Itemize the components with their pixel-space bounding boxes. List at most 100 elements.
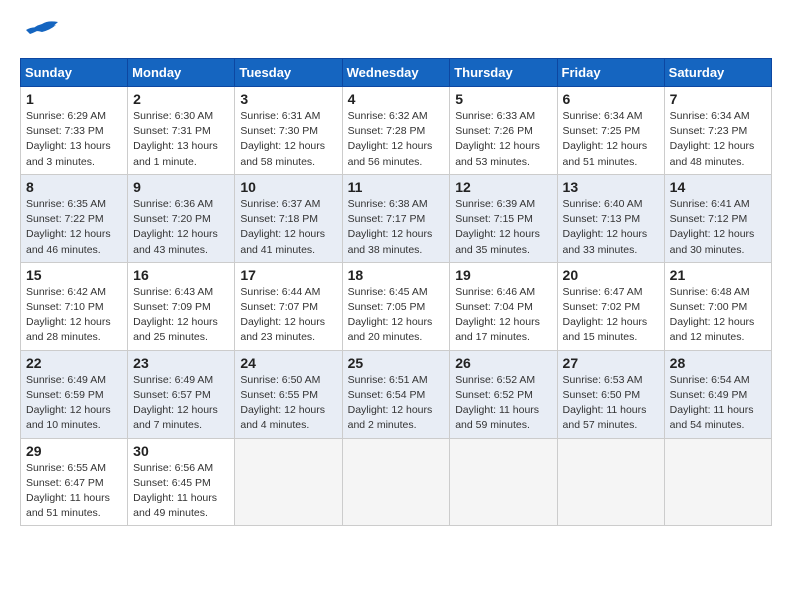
day-info: Sunrise: 6:50 AM Sunset: 6:55 PM Dayligh…: [240, 373, 336, 434]
calendar-cell: 8 Sunrise: 6:35 AM Sunset: 7:22 PM Daylig…: [21, 174, 128, 262]
day-number: 10: [240, 179, 336, 195]
day-info: Sunrise: 6:51 AM Sunset: 6:54 PM Dayligh…: [348, 373, 445, 434]
day-info: Sunrise: 6:37 AM Sunset: 7:18 PM Dayligh…: [240, 197, 336, 258]
day-info: Sunrise: 6:35 AM Sunset: 7:22 PM Dayligh…: [26, 197, 122, 258]
calendar-week-row: 8 Sunrise: 6:35 AM Sunset: 7:22 PM Daylig…: [21, 174, 772, 262]
calendar-cell: 6 Sunrise: 6:34 AM Sunset: 7:25 PM Daylig…: [557, 87, 664, 175]
day-number: 28: [670, 355, 766, 371]
day-number: 15: [26, 267, 122, 283]
day-info: Sunrise: 6:44 AM Sunset: 7:07 PM Dayligh…: [240, 285, 336, 346]
calendar-header-thursday: Thursday: [450, 59, 557, 87]
day-number: 19: [455, 267, 551, 283]
calendar-cell: 14 Sunrise: 6:41 AM Sunset: 7:12 PM Dayli…: [664, 174, 771, 262]
calendar-cell: 11 Sunrise: 6:38 AM Sunset: 7:17 PM Dayli…: [342, 174, 450, 262]
calendar-header-row: SundayMondayTuesdayWednesdayThursdayFrid…: [21, 59, 772, 87]
calendar-header-friday: Friday: [557, 59, 664, 87]
calendar-cell: 24Sunrise: 6:50 AM Sunset: 6:55 PM Dayli…: [235, 350, 342, 438]
day-info: Sunrise: 6:49 AM Sunset: 6:59 PM Dayligh…: [26, 373, 122, 434]
day-info: Sunrise: 6:54 AM Sunset: 6:49 PM Dayligh…: [670, 373, 766, 434]
calendar-cell: 20Sunrise: 6:47 AM Sunset: 7:02 PM Dayli…: [557, 262, 664, 350]
calendar-cell: 18 Sunrise: 6:45 AM Sunset: 7:05 PM Dayli…: [342, 262, 450, 350]
day-info: Sunrise: 6:29 AM Sunset: 7:33 PM Dayligh…: [26, 109, 122, 170]
day-number: 26: [455, 355, 551, 371]
calendar-cell: 27Sunrise: 6:53 AM Sunset: 6:50 PM Dayli…: [557, 350, 664, 438]
day-number: 9: [133, 179, 229, 195]
logo: [20, 20, 60, 48]
day-number: 6: [563, 91, 659, 107]
calendar-header-saturday: Saturday: [664, 59, 771, 87]
day-info: Sunrise: 6:53 AM Sunset: 6:50 PM Dayligh…: [563, 373, 659, 434]
calendar-table: SundayMondayTuesdayWednesdayThursdayFrid…: [20, 58, 772, 526]
day-info: Sunrise: 6:36 AM Sunset: 7:20 PM Dayligh…: [133, 197, 229, 258]
logo-bird-icon: [24, 20, 60, 48]
day-number: 13: [563, 179, 659, 195]
calendar-cell: 19 Sunrise: 6:46 AM Sunset: 7:04 PM Dayli…: [450, 262, 557, 350]
day-info: Sunrise: 6:47 AM Sunset: 7:02 PM Dayligh…: [563, 285, 659, 346]
day-info: Sunrise: 6:30 AM Sunset: 7:31 PM Dayligh…: [133, 109, 229, 170]
day-number: 29: [26, 443, 122, 459]
calendar-cell: 4 Sunrise: 6:32 AM Sunset: 7:28 PM Daylig…: [342, 87, 450, 175]
day-info: Sunrise: 6:46 AM Sunset: 7:04 PM Dayligh…: [455, 285, 551, 346]
day-info: Sunrise: 6:34 AM Sunset: 7:25 PM Dayligh…: [563, 109, 659, 170]
day-info: Sunrise: 6:33 AM Sunset: 7:26 PM Dayligh…: [455, 109, 551, 170]
calendar-cell: [557, 438, 664, 526]
calendar-cell: 16Sunrise: 6:43 AM Sunset: 7:09 PM Dayli…: [128, 262, 235, 350]
calendar-cell: 28 Sunrise: 6:54 AM Sunset: 6:49 PM Dayli…: [664, 350, 771, 438]
day-info: Sunrise: 6:31 AM Sunset: 7:30 PM Dayligh…: [240, 109, 336, 170]
day-number: 25: [348, 355, 445, 371]
day-number: 1: [26, 91, 122, 107]
day-number: 11: [348, 179, 445, 195]
calendar-cell: 13Sunrise: 6:40 AM Sunset: 7:13 PM Dayli…: [557, 174, 664, 262]
day-number: 14: [670, 179, 766, 195]
calendar-week-row: 1 Sunrise: 6:29 AM Sunset: 7:33 PM Daylig…: [21, 87, 772, 175]
day-info: Sunrise: 6:55 AM Sunset: 6:47 PM Dayligh…: [26, 461, 122, 522]
day-number: 2: [133, 91, 229, 107]
page-header: [20, 20, 772, 48]
calendar-cell: 15 Sunrise: 6:42 AM Sunset: 7:10 PM Dayli…: [21, 262, 128, 350]
calendar-cell: 9 Sunrise: 6:36 AM Sunset: 7:20 PM Daylig…: [128, 174, 235, 262]
calendar-cell: [664, 438, 771, 526]
day-number: 5: [455, 91, 551, 107]
calendar-cell: 30Sunrise: 6:56 AM Sunset: 6:45 PM Dayli…: [128, 438, 235, 526]
day-info: Sunrise: 6:43 AM Sunset: 7:09 PM Dayligh…: [133, 285, 229, 346]
calendar-header-wednesday: Wednesday: [342, 59, 450, 87]
day-number: 17: [240, 267, 336, 283]
calendar-cell: 21 Sunrise: 6:48 AM Sunset: 7:00 PM Dayli…: [664, 262, 771, 350]
calendar-week-row: 15 Sunrise: 6:42 AM Sunset: 7:10 PM Dayli…: [21, 262, 772, 350]
calendar-cell: [235, 438, 342, 526]
day-info: Sunrise: 6:49 AM Sunset: 6:57 PM Dayligh…: [133, 373, 229, 434]
calendar-header-sunday: Sunday: [21, 59, 128, 87]
day-number: 8: [26, 179, 122, 195]
day-info: Sunrise: 6:48 AM Sunset: 7:00 PM Dayligh…: [670, 285, 766, 346]
calendar-header-monday: Monday: [128, 59, 235, 87]
day-info: Sunrise: 6:39 AM Sunset: 7:15 PM Dayligh…: [455, 197, 551, 258]
calendar-cell: 5 Sunrise: 6:33 AM Sunset: 7:26 PM Daylig…: [450, 87, 557, 175]
day-number: 23: [133, 355, 229, 371]
day-info: Sunrise: 6:52 AM Sunset: 6:52 PM Dayligh…: [455, 373, 551, 434]
day-number: 18: [348, 267, 445, 283]
calendar-cell: 7 Sunrise: 6:34 AM Sunset: 7:23 PM Daylig…: [664, 87, 771, 175]
day-number: 3: [240, 91, 336, 107]
day-number: 12: [455, 179, 551, 195]
day-info: Sunrise: 6:38 AM Sunset: 7:17 PM Dayligh…: [348, 197, 445, 258]
calendar-cell: 2 Sunrise: 6:30 AM Sunset: 7:31 PM Daylig…: [128, 87, 235, 175]
calendar-cell: 1 Sunrise: 6:29 AM Sunset: 7:33 PM Daylig…: [21, 87, 128, 175]
calendar-cell: 17 Sunrise: 6:44 AM Sunset: 7:07 PM Dayli…: [235, 262, 342, 350]
day-info: Sunrise: 6:45 AM Sunset: 7:05 PM Dayligh…: [348, 285, 445, 346]
calendar-cell: 3 Sunrise: 6:31 AM Sunset: 7:30 PM Daylig…: [235, 87, 342, 175]
day-info: Sunrise: 6:34 AM Sunset: 7:23 PM Dayligh…: [670, 109, 766, 170]
day-info: Sunrise: 6:41 AM Sunset: 7:12 PM Dayligh…: [670, 197, 766, 258]
calendar-cell: 26 Sunrise: 6:52 AM Sunset: 6:52 PM Dayli…: [450, 350, 557, 438]
calendar-week-row: 29 Sunrise: 6:55 AM Sunset: 6:47 PM Dayli…: [21, 438, 772, 526]
day-number: 22: [26, 355, 122, 371]
calendar-cell: [450, 438, 557, 526]
day-number: 7: [670, 91, 766, 107]
day-number: 21: [670, 267, 766, 283]
day-number: 4: [348, 91, 445, 107]
calendar-cell: 29 Sunrise: 6:55 AM Sunset: 6:47 PM Dayli…: [21, 438, 128, 526]
day-info: Sunrise: 6:42 AM Sunset: 7:10 PM Dayligh…: [26, 285, 122, 346]
day-info: Sunrise: 6:32 AM Sunset: 7:28 PM Dayligh…: [348, 109, 445, 170]
calendar-week-row: 22 Sunrise: 6:49 AM Sunset: 6:59 PM Dayli…: [21, 350, 772, 438]
calendar-cell: 10 Sunrise: 6:37 AM Sunset: 7:18 PM Dayli…: [235, 174, 342, 262]
calendar-cell: 25 Sunrise: 6:51 AM Sunset: 6:54 PM Dayli…: [342, 350, 450, 438]
